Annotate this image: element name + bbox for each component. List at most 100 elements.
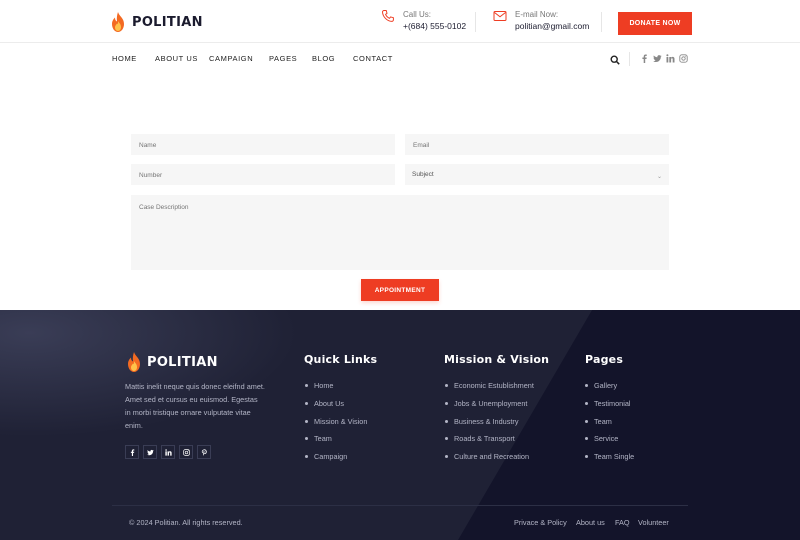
bullet-dot xyxy=(445,402,448,405)
footer-link-testimonial[interactable]: Testimonial xyxy=(585,399,631,408)
footer-link-label: Testimonial xyxy=(594,399,631,408)
bullet-dot xyxy=(445,455,448,458)
footer-link-culture[interactable]: Culture and Recreation xyxy=(445,452,529,461)
footer-bottom-link-about[interactable]: About us xyxy=(576,518,605,527)
footer-link-team-page[interactable]: Team xyxy=(585,417,612,426)
bullet-dot xyxy=(305,437,308,440)
name-input[interactable] xyxy=(131,135,395,156)
subject-select[interactable]: Subject xyxy=(412,171,434,178)
call-number: +(684) 555-0102 xyxy=(403,21,467,31)
quick-links-heading: Quick Links xyxy=(304,353,378,366)
footer-link-label: Team Single xyxy=(594,452,635,461)
bullet-dot xyxy=(305,402,308,405)
footer-link-label: Team xyxy=(314,434,332,443)
description-field-wrap xyxy=(131,195,669,270)
twitter-icon[interactable] xyxy=(143,445,157,459)
email-input[interactable] xyxy=(405,135,669,156)
nav-item-pages[interactable]: PAGES xyxy=(269,54,297,63)
bullet-dot xyxy=(585,455,588,458)
chevron-down-icon[interactable]: ⌄ xyxy=(657,173,662,180)
bullet-dot xyxy=(585,437,588,440)
bullet-dot xyxy=(445,437,448,440)
twitter-icon[interactable] xyxy=(653,54,662,63)
footer-link-jobs[interactable]: Jobs & Unemployment xyxy=(445,399,527,408)
footer-link-label: Jobs & Unemployment xyxy=(454,399,528,408)
footer-link-about-us[interactable]: About Us xyxy=(305,399,344,408)
flame-logo-icon xyxy=(128,352,140,372)
footer-about-text: Mattis inelit neque quis donec eleifnd a… xyxy=(125,382,265,430)
number-field-wrap xyxy=(131,164,395,186)
appointment-button[interactable]: APPOINTMENT xyxy=(361,279,439,301)
nav-item-home[interactable]: HOME xyxy=(112,54,137,63)
footer-link-service[interactable]: Service xyxy=(585,434,618,443)
footer-link-team[interactable]: Team xyxy=(305,434,332,443)
footer-link-economic[interactable]: Economic Estublishment xyxy=(445,381,534,390)
footer-bottom-link-faq[interactable]: FAQ xyxy=(615,518,630,527)
header-divider xyxy=(601,12,602,32)
footer-link-label: Gallery xyxy=(594,381,618,390)
subject-select-wrap: Subject ⌄ xyxy=(405,164,669,185)
search-icon[interactable] xyxy=(610,55,620,65)
bullet-dot xyxy=(585,402,588,405)
linkedin-icon[interactable] xyxy=(161,445,175,459)
instagram-icon[interactable] xyxy=(679,54,688,63)
site-footer: POLITIAN Mattis inelit neque quis donec … xyxy=(0,310,800,540)
mail-icon xyxy=(493,11,507,21)
bullet-dot xyxy=(305,384,308,387)
mail-address: politian@gmail.com xyxy=(515,21,590,31)
linkedin-icon[interactable] xyxy=(666,54,675,63)
footer-divider xyxy=(112,505,688,506)
email-field-wrap xyxy=(405,134,669,156)
name-field-wrap xyxy=(131,134,395,156)
pages-heading: Pages xyxy=(585,353,624,366)
nav-item-campaign[interactable]: CAMPAIGN xyxy=(209,54,253,63)
description-textarea[interactable] xyxy=(131,195,669,270)
footer-link-gallery[interactable]: Gallery xyxy=(585,381,617,390)
logo[interactable]: POLITIAN xyxy=(110,12,203,32)
donate-button[interactable]: DONATE NOW xyxy=(618,12,692,35)
number-input[interactable] xyxy=(131,165,395,186)
instagram-icon[interactable] xyxy=(179,445,193,459)
facebook-icon[interactable] xyxy=(125,445,139,459)
facebook-icon[interactable] xyxy=(640,54,649,63)
bullet-dot xyxy=(445,384,448,387)
site-header: POLITIAN Call Us: +(684) 555-0102 E-mail… xyxy=(0,0,800,43)
nav-item-contact[interactable]: CONTACT xyxy=(353,54,393,63)
footer-link-team-single[interactable]: Team Single xyxy=(585,452,634,461)
footer-link-label: Mission & Vision xyxy=(314,417,368,426)
footer-link-label: Roads & Transport xyxy=(454,434,515,443)
phone-icon xyxy=(381,10,394,22)
nav-item-about-us[interactable]: ABOUT US xyxy=(155,54,198,63)
nav-divider xyxy=(629,52,630,66)
footer-link-roads[interactable]: Roads & Transport xyxy=(445,434,515,443)
mail-info[interactable]: E-mail Now: politian@gmail.com xyxy=(493,9,589,33)
bullet-dot xyxy=(585,420,588,423)
flame-logo-icon xyxy=(112,12,124,32)
logo-text: POLITIAN xyxy=(132,14,203,30)
footer-link-campaign[interactable]: Campaign xyxy=(305,452,347,461)
mail-label: E-mail Now: xyxy=(515,10,559,19)
footer-link-label: Service xyxy=(594,434,619,443)
bullet-dot xyxy=(305,455,308,458)
copyright-text: © 2024 Politian. All rights reserved. xyxy=(129,518,243,527)
footer-logo[interactable]: POLITIAN xyxy=(126,352,218,372)
footer-link-business[interactable]: Business & Industry xyxy=(445,417,519,426)
footer-bottom-link-privacy[interactable]: Privace & Policy xyxy=(514,518,567,527)
bullet-dot xyxy=(445,420,448,423)
footer-link-mission-vision[interactable]: Mission & Vision xyxy=(305,417,367,426)
footer-bottom-link-volunteer[interactable]: Volunteer xyxy=(638,518,669,527)
footer-link-label: Home xyxy=(314,381,334,390)
main-nav: HOME ABOUT US CAMPAIGN PAGES BLOG CONTAC… xyxy=(0,43,800,75)
pinterest-icon[interactable] xyxy=(197,445,211,459)
footer-link-label: Team xyxy=(594,417,612,426)
footer-logo-text: POLITIAN xyxy=(147,354,218,370)
bullet-dot xyxy=(585,384,588,387)
footer-link-label: Economic Estublishment xyxy=(454,381,534,390)
call-info[interactable]: Call Us: +(684) 555-0102 xyxy=(381,9,466,33)
nav-item-blog[interactable]: BLOG xyxy=(312,54,335,63)
footer-link-label: Culture and Recreation xyxy=(454,452,530,461)
footer-link-home[interactable]: Home xyxy=(305,381,333,390)
call-label: Call Us: xyxy=(403,10,432,19)
footer-link-label: About Us xyxy=(314,399,345,408)
bullet-dot xyxy=(305,420,308,423)
